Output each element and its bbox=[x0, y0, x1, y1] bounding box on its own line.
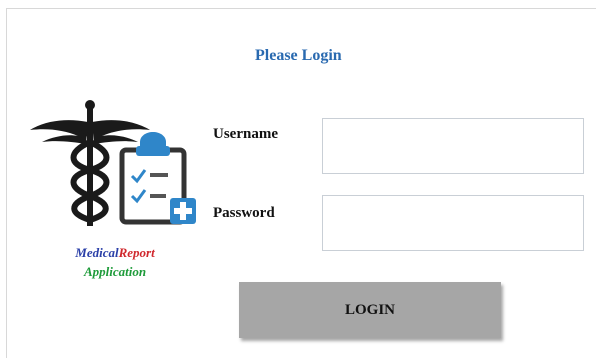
app-logo bbox=[28, 100, 208, 290]
app-name-line1: MedicalReport bbox=[40, 245, 190, 261]
app-name-medical: Medical bbox=[75, 245, 119, 260]
password-label: Password bbox=[213, 205, 275, 221]
app-name-line2: Application bbox=[83, 264, 147, 279]
logo-graphic bbox=[30, 100, 196, 226]
page-title: Please Login bbox=[255, 47, 342, 64]
username-field[interactable] bbox=[322, 118, 584, 174]
login-button[interactable]: LOGIN bbox=[239, 282, 501, 338]
app-name-report: Report bbox=[118, 245, 155, 260]
caduceus-icon bbox=[30, 100, 150, 226]
username-label: Username bbox=[213, 126, 278, 142]
plus-badge-icon bbox=[170, 198, 196, 224]
password-field[interactable] bbox=[322, 195, 584, 251]
